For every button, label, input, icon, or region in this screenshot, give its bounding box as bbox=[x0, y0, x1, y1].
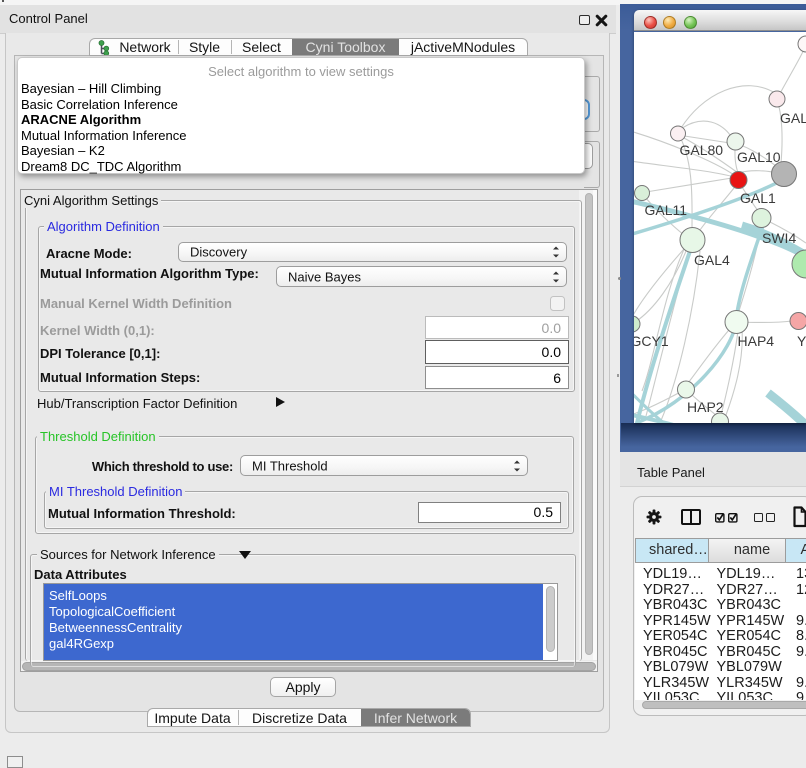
svg-text:GAL11: GAL11 bbox=[645, 202, 688, 218]
svg-text:YEL0: YEL0 bbox=[797, 333, 806, 349]
svg-text:GAL10: GAL10 bbox=[737, 149, 781, 165]
svg-text:HAP4: HAP4 bbox=[738, 333, 775, 349]
svg-text:GCY1: GCY1 bbox=[634, 333, 669, 349]
svg-text:HAP2: HAP2 bbox=[687, 399, 724, 415]
svg-text:SWI4: SWI4 bbox=[762, 230, 796, 246]
svg-text:GAL1: GAL1 bbox=[740, 190, 776, 206]
svg-text:GAL80: GAL80 bbox=[680, 142, 724, 158]
svg-text:GAL4: GAL4 bbox=[694, 252, 730, 268]
svg-text:GAL7: GAL7 bbox=[780, 110, 806, 126]
